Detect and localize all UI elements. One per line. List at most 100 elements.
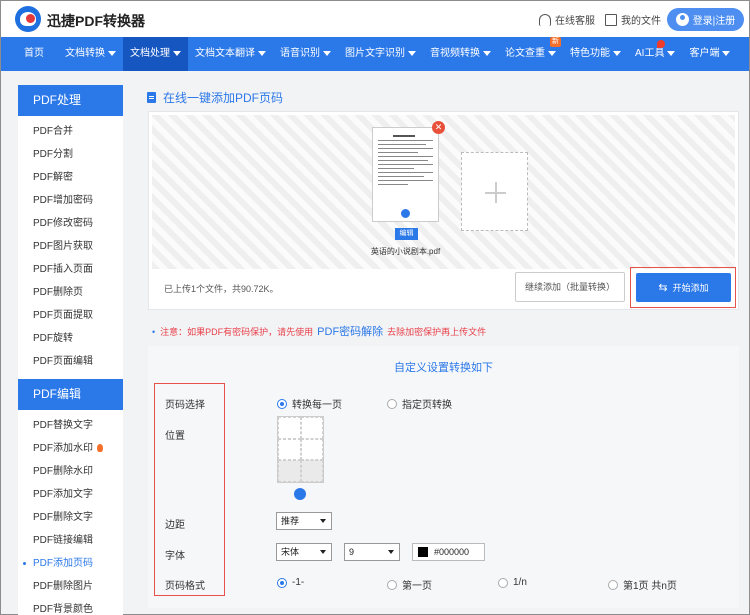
sidebar-item[interactable]: PDF页面编辑 [18,350,123,373]
nav-item-features[interactable]: 特色功能 [563,37,628,71]
sidebar-item[interactable]: PDF页面提取 [18,304,123,327]
radio-format-fraction[interactable]: 1/n [498,577,527,588]
sidebar-item[interactable]: PDF图片获取 [18,235,123,258]
nav-item-ocr[interactable]: 图片文字识别 [338,37,423,71]
my-files-link[interactable]: 我的文件 [605,12,661,27]
font-select[interactable]: 宋体 [276,543,332,561]
position-label: 位置 [165,431,185,442]
nav-item-doc-convert[interactable]: 文档转换 [58,37,123,71]
radio-unchecked-icon [387,398,397,409]
logo-icon[interactable] [15,6,41,32]
drag-handle-icon[interactable] [399,207,412,220]
font-size-select[interactable]: 9 [344,543,400,561]
nav-item-paper-check[interactable]: 论文查重新 [498,37,563,71]
sidebar-item[interactable]: PDF增加密码 [18,189,123,212]
page-title: 在线一键添加PDF页码 [147,89,283,106]
font-label: 字体 [165,551,185,562]
main-nav: 首页 文档转换 文档处理 文档文本翻译 语音识别 图片文字识别 音视频转换 论文… [1,37,749,71]
remove-file-icon[interactable]: ✕ [432,121,445,134]
sidebar-item[interactable]: PDF替换文字 [18,414,123,437]
nav-item-speech[interactable]: 语音识别 [273,37,338,71]
radio-format-dash[interactable]: -1- [277,577,304,588]
radio-specified-pages[interactable]: 指定页转换 [387,396,452,411]
page-select-label: 页码选择 [165,400,205,411]
radio-checked-icon [277,577,287,588]
caret-down-icon [548,50,556,56]
sidebar-item[interactable]: PDF背景颜色 [18,598,123,615]
radio-unchecked-icon [608,579,618,590]
position-cell-top-right[interactable] [300,417,323,439]
new-badge: 新 [550,37,561,47]
radio-every-page[interactable]: 转换每一页 [277,396,342,411]
caret-down-icon [173,50,181,56]
customer-service-link[interactable]: 在线客服 [539,12,595,27]
sidebar-item[interactable]: PDF删除图片 [18,575,123,598]
drop-zone[interactable]: ✕ 编辑 英语的小说剧本.pdf [152,115,735,269]
radio-unchecked-icon [387,579,397,590]
radio-unchecked-icon [498,577,508,588]
nav-item-doc-process[interactable]: 文档处理 [123,37,188,71]
position-grid[interactable] [277,416,324,483]
sidebar-group-pdf-process[interactable]: PDF处理 [18,85,123,116]
caret-down-icon [108,50,116,56]
sidebar-item[interactable]: PDF删除页 [18,281,123,304]
sidebar-item-active[interactable]: PDF添加页码 [18,552,123,575]
file-name: 英语的小说剧本.pdf [370,247,441,256]
position-cell-bottom-left[interactable] [278,460,301,482]
top-header: 迅捷PDF转换器 在线客服 我的文件 登录|注册 [1,1,749,37]
sidebar-item[interactable]: PDF添加文字 [18,483,123,506]
sidebar-item-watermark[interactable]: PDF添加水印 [18,437,123,460]
my-files-label: 我的文件 [621,16,661,27]
sidebar-item[interactable]: PDF插入页面 [18,258,123,281]
start-add-button[interactable]: ⇆ 开始添加 [636,273,731,302]
hot-icon [657,40,665,48]
brand-name[interactable]: 迅捷PDF转换器 [47,11,145,31]
bullet-icon: • [152,327,156,337]
caret-down-icon [667,50,676,56]
highlight-frame [154,383,225,596]
position-marker-icon[interactable] [294,488,306,500]
sidebar-item[interactable]: PDF删除水印 [18,460,123,483]
caret-down-icon [258,50,266,56]
nav-item-home[interactable]: 首页 [1,37,58,71]
user-icon [675,13,689,26]
sidebar: PDF处理 PDF合并 PDF分割 PDF解密 PDF增加密码 PDF修改密码 … [18,85,123,615]
login-button[interactable]: 登录|注册 [667,8,744,31]
position-cell-middle-right[interactable] [300,438,323,461]
add-file-button[interactable] [461,152,528,231]
sidebar-item[interactable]: PDF修改密码 [18,212,123,235]
nav-item-ai-tools[interactable]: AI工具 [628,37,682,71]
sidebar-item[interactable]: PDF解密 [18,166,123,189]
settings-title: 自定义设置转换如下 [394,362,493,374]
margin-select[interactable]: 推荐 [276,512,332,530]
position-cell-top-left[interactable] [278,417,301,439]
nav-item-translate[interactable]: 文档文本翻译 [188,37,273,71]
caret-down-icon [408,50,416,56]
continue-add-button[interactable]: 继续添加（批量转换） [515,272,625,302]
caret-down-icon [613,50,621,56]
page-format-label: 页码格式 [165,581,205,592]
sidebar-item[interactable]: PDF删除文字 [18,506,123,529]
hot-flame-icon [97,444,103,453]
upload-panel: ✕ 编辑 英语的小说剧本.pdf 已上传1个文件，共90.72K。 继续添加（批… [148,111,739,310]
edit-button[interactable]: 编辑 [395,228,418,240]
font-color-picker[interactable]: #000000 [412,543,485,561]
sidebar-group-pdf-edit[interactable]: PDF编辑 [18,379,123,410]
radio-format-chinese[interactable]: 第一页 [387,577,432,592]
sidebar-item[interactable]: PDF分割 [18,143,123,166]
position-cell-middle-left[interactable] [278,438,301,461]
caret-down-icon [722,50,731,56]
position-cell-bottom-right[interactable] [300,460,323,482]
settings-panel: 自定义设置转换如下 页码选择 转换每一页 指定页转换 位置 边距 推荐 字体 宋… [148,346,739,608]
nav-item-client[interactable]: 客户端 [682,37,737,71]
radio-format-page-of-total[interactable]: 第1页 共n页 [608,577,677,592]
document-icon [147,92,156,103]
sidebar-item[interactable]: PDF链接编辑 [18,529,123,552]
pdf-decrypt-link[interactable]: PDF密码解除 [317,326,383,338]
margin-label: 边距 [165,520,185,531]
caret-down-icon [323,50,331,56]
customer-service-label: 在线客服 [555,16,595,27]
nav-item-av-convert[interactable]: 音视频转换 [423,37,498,71]
sidebar-item[interactable]: PDF合并 [18,120,123,143]
sidebar-item[interactable]: PDF旋转 [18,327,123,350]
